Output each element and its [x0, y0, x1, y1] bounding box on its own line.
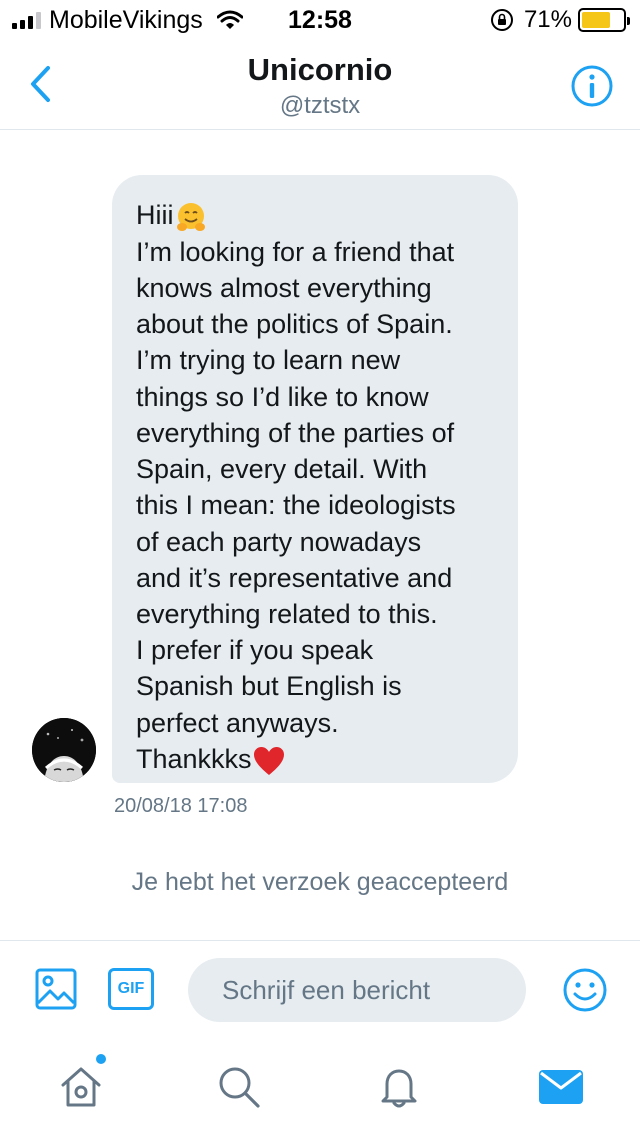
message-bubble[interactable]: Hiii I’m looking for a friend that knows… [112, 175, 518, 783]
message-greeting: Hiii [136, 200, 174, 230]
battery-percent: 71% [523, 6, 572, 33]
rotation-lock-icon [490, 9, 513, 31]
message-text-line: knows almost everything [136, 273, 432, 304]
bell-icon [381, 1069, 417, 1108]
message-text-line: everything related to this. [136, 598, 438, 629]
message-text-line: this I mean: the ideologists [136, 490, 456, 521]
message-text-line: Spanish but English is [136, 671, 402, 702]
user-handle: @tztstx [279, 92, 361, 119]
battery-icon [578, 8, 630, 32]
hugging-face-emoji [176, 202, 205, 231]
message-signoff: Thankkks [136, 743, 252, 774]
system-message: Je hebt het verzoek geaccepteerd [131, 868, 509, 896]
smiley-icon [563, 968, 607, 1012]
tab-notifications[interactable] [374, 1062, 424, 1112]
message-text-line: Spain, every detail. With [136, 454, 428, 485]
search-icon [219, 1067, 260, 1108]
message-composer: GIF [0, 940, 640, 1036]
message-text-line: about the politics of Spain. [136, 309, 453, 340]
gif-button[interactable]: GIF [108, 968, 154, 1010]
status-bar: MobileVikings 12:58 71% [0, 0, 640, 40]
red-heart-emoji [253, 746, 284, 775]
tab-bar [0, 1036, 640, 1136]
message-text-line: I’m looking for a friend that [136, 236, 455, 267]
message-text-line: I prefer if you speak [136, 635, 374, 666]
message-input[interactable] [188, 958, 526, 1022]
message-text-line: everything of the parties of [136, 417, 455, 448]
notification-dot [96, 1054, 106, 1064]
avatar[interactable] [32, 718, 96, 782]
avatar-image [32, 718, 96, 782]
conversation-header: Unicornio @tztstx [0, 40, 640, 130]
message-timestamp: 20/08/18 17:08 [114, 795, 248, 817]
conversation-title: Unicornio [247, 52, 393, 87]
tab-messages[interactable] [536, 1062, 586, 1112]
message-text-line: I’m trying to learn new [136, 345, 401, 376]
message-text-line: things so I’d like to know [136, 381, 429, 412]
image-icon [35, 968, 77, 1010]
add-media-button[interactable] [34, 967, 78, 1011]
tab-search[interactable] [214, 1062, 264, 1112]
message-text-line: of each party nowadays [136, 526, 422, 557]
message-text-line: and it’s representative and [136, 562, 453, 593]
home-icon [61, 1067, 101, 1107]
tab-home[interactable] [56, 1054, 106, 1112]
info-button[interactable] [570, 64, 614, 108]
info-icon [571, 65, 613, 107]
mail-icon [539, 1070, 583, 1104]
message-text-line: perfect anyways. [136, 707, 339, 738]
emoji-button[interactable] [562, 967, 608, 1013]
